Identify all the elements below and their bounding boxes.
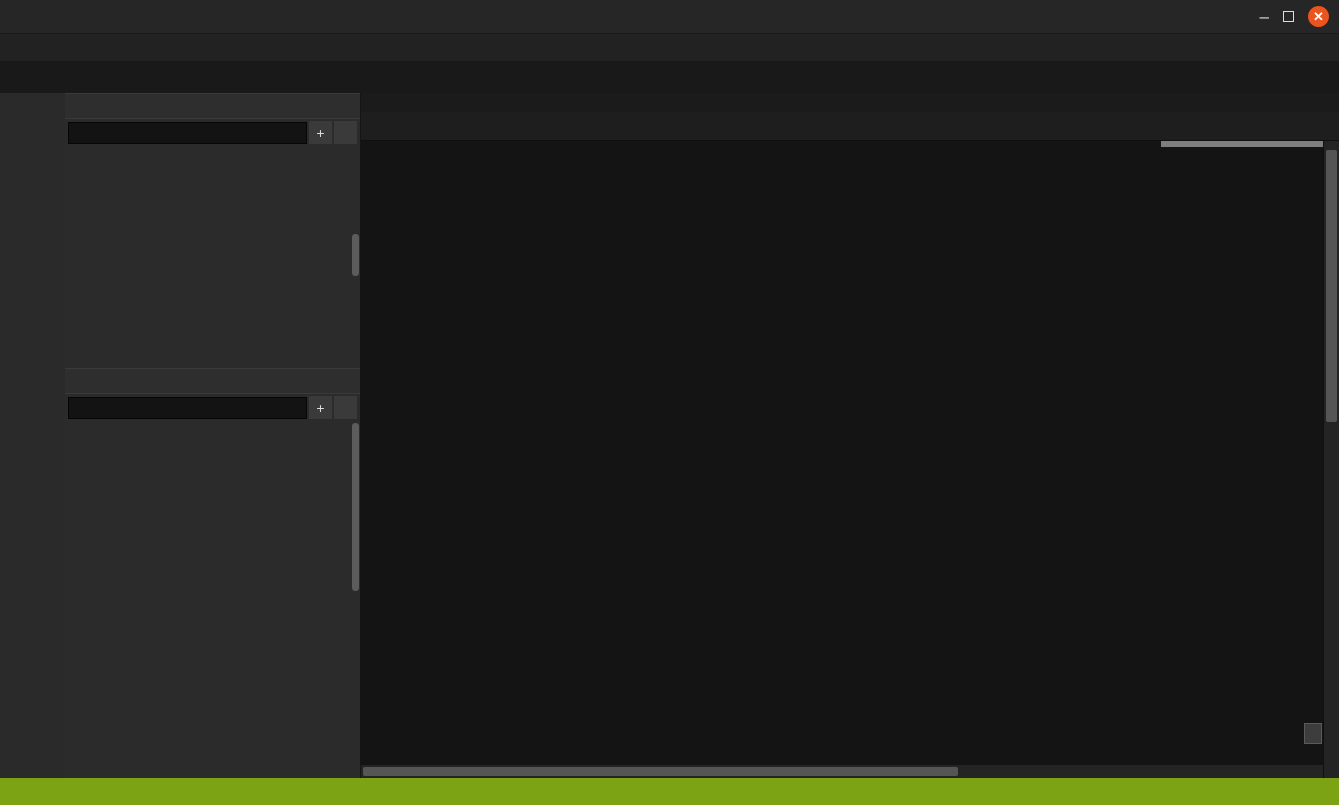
toolbar: [0, 61, 1339, 93]
connections-list: [65, 146, 360, 368]
tables-refresh-button[interactable]: [334, 396, 357, 419]
content-area: [361, 93, 1339, 778]
tables-panel-title: [65, 368, 360, 394]
main-area: + +: [0, 93, 1339, 778]
grid-horizontal-scrollbar[interactable]: [361, 765, 1323, 778]
tab-groups-bar: [361, 93, 1339, 112]
add-table-icon-button[interactable]: +: [309, 396, 332, 419]
add-connection-icon-button[interactable]: +: [309, 121, 332, 144]
selection-summary: [1304, 723, 1322, 744]
tables-search-input[interactable]: [68, 397, 307, 419]
tables-search-row: +: [65, 394, 360, 421]
close-button[interactable]: ✕: [1308, 6, 1329, 27]
minimize-button[interactable]: –: [1260, 12, 1269, 22]
window-controls: – ✕: [1260, 6, 1339, 27]
data-grid: [361, 141, 1339, 778]
tables-scrollbar[interactable]: [352, 423, 359, 591]
tabs-bar: [361, 112, 1339, 141]
maximize-button[interactable]: [1283, 11, 1294, 22]
statusbar: [0, 778, 1339, 805]
connections-search-input[interactable]: [68, 122, 307, 144]
connections-refresh-button[interactable]: [334, 121, 357, 144]
tables-list: [65, 421, 360, 778]
grid-top-scrollbar[interactable]: [1161, 141, 1323, 147]
left-panel: + +: [65, 93, 361, 778]
connections-scrollbar[interactable]: [352, 234, 359, 276]
icon-rail: [0, 93, 65, 778]
dbgate-window: – ✕ + +: [0, 0, 1339, 805]
menubar: [0, 34, 1339, 61]
connections-panel-title: [65, 93, 360, 119]
connections-search-row: +: [65, 119, 360, 146]
grid-vscroll-thumb[interactable]: [1326, 150, 1337, 422]
grid-vertical-scrollbar[interactable]: [1323, 141, 1339, 778]
titlebar: – ✕: [0, 0, 1339, 34]
grid-hscroll-thumb[interactable]: [363, 767, 958, 776]
